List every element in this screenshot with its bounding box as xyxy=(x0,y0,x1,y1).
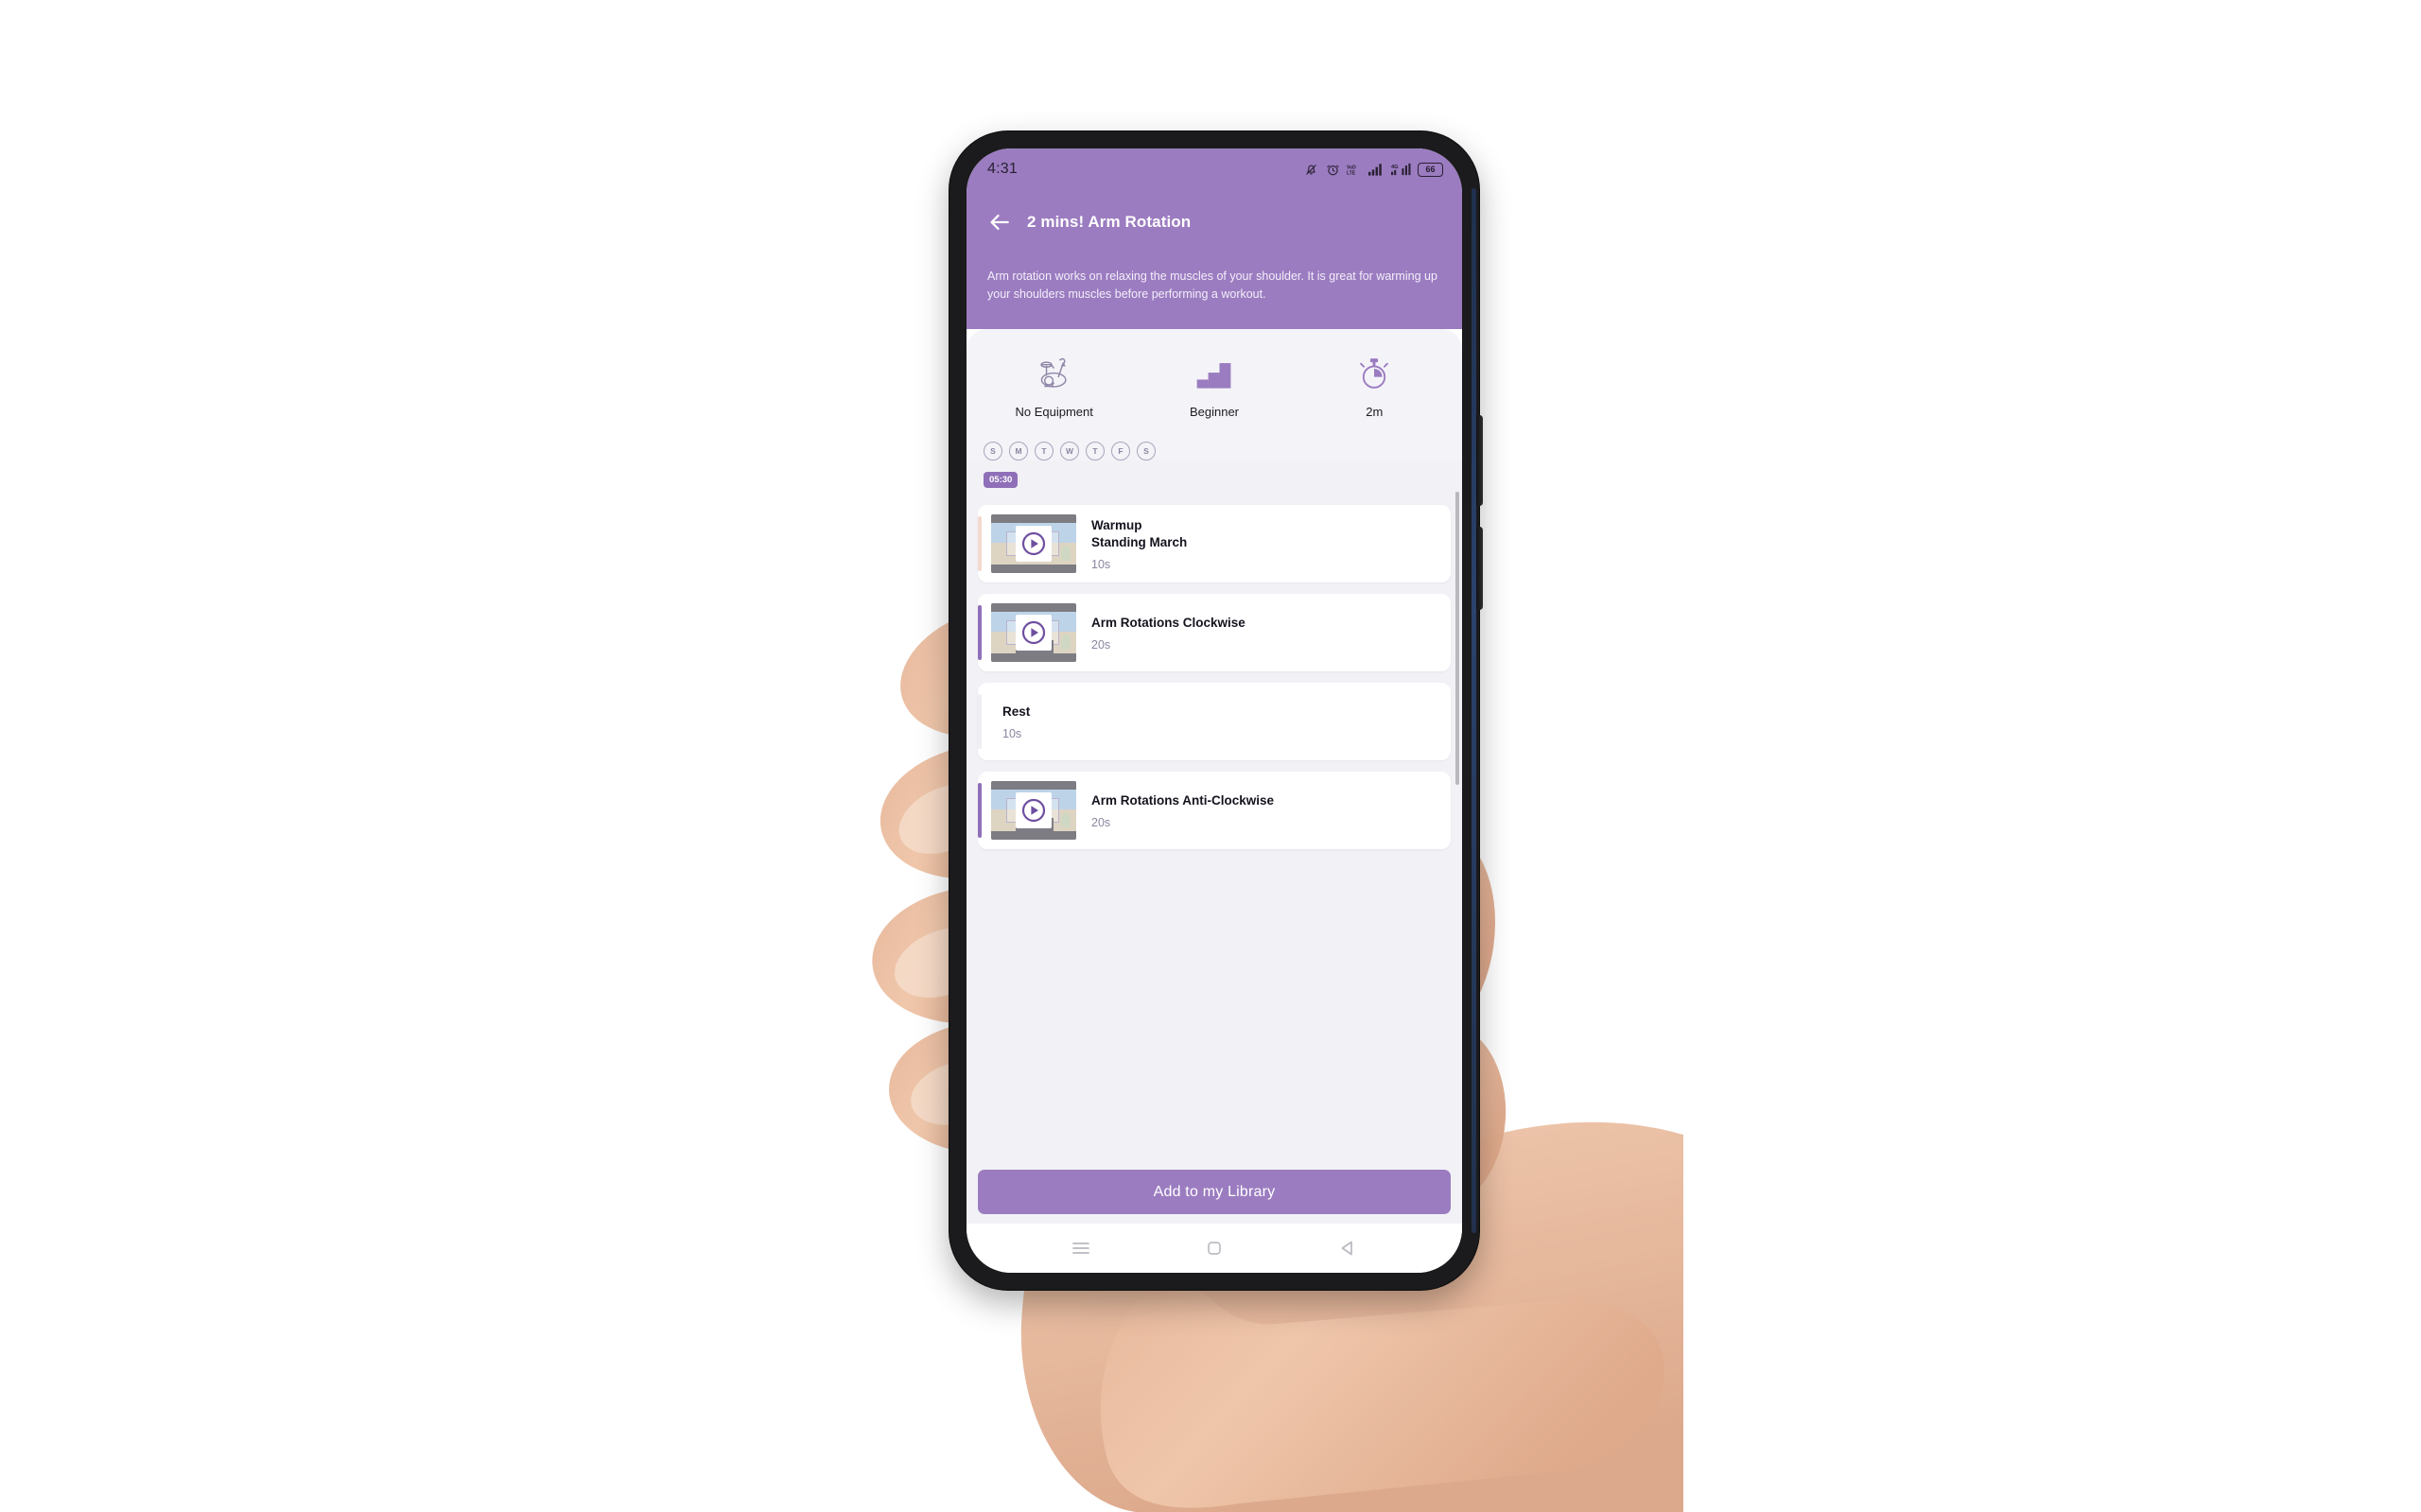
page-title: 2 mins! Arm Rotation xyxy=(1027,213,1192,231)
workout-description: Arm rotation works on relaxing the muscl… xyxy=(967,243,1462,329)
signal-4g-icon: 4G xyxy=(1391,163,1411,176)
card-title: Arm Rotations Anti-Clockwise xyxy=(1091,792,1275,808)
signal-bars-icon xyxy=(1368,164,1382,176)
card-accent-bar xyxy=(978,515,982,571)
day-sat[interactable]: S xyxy=(1137,441,1156,461)
phone-device: 4:31 VoD LTE 4G 66 2 mins! Arm Rotation … xyxy=(949,131,1483,1290)
meta-equipment: No Equipment xyxy=(974,350,1134,419)
card-body: Rest 10s xyxy=(982,683,1451,760)
card-title: Arm Rotations Clockwise xyxy=(1091,615,1245,630)
status-bar: 4:31 VoD LTE 4G 66 xyxy=(967,148,1462,190)
reminder-time-chip[interactable]: 05:30 xyxy=(984,471,1019,488)
day-thu[interactable]: T xyxy=(1086,441,1105,461)
day-mon[interactable]: M xyxy=(1009,441,1028,461)
day-sun[interactable]: S xyxy=(984,441,1002,461)
svg-text:LTE: LTE xyxy=(1347,170,1356,176)
meta-level-label: Beginner xyxy=(1189,404,1240,419)
play-icon[interactable] xyxy=(1016,614,1052,651)
volte-icon: VoD LTE xyxy=(1347,165,1356,176)
menu-icon[interactable] xyxy=(1070,1237,1092,1260)
stairs-level-icon xyxy=(1193,350,1235,391)
power-button[interactable] xyxy=(1476,527,1483,610)
play-icon[interactable] xyxy=(1016,791,1052,828)
alarm-clock-icon xyxy=(1327,165,1339,175)
workout-meta-row: No Equipment Beginner 2m xyxy=(967,328,1462,425)
phone-screen: 4:31 VoD LTE 4G 66 2 mins! Arm Rotation … xyxy=(967,148,1462,1273)
card-accent-bar xyxy=(978,782,982,838)
list-item[interactable]: Rest 10s xyxy=(978,682,1451,760)
stopwatch-icon xyxy=(1355,350,1393,391)
card-duration: 20s xyxy=(1091,637,1111,652)
cta-container: Add to my Library xyxy=(967,1164,1462,1224)
card-label: Warmup xyxy=(1091,517,1142,532)
battery-icon: 66 xyxy=(1418,162,1443,177)
add-to-library-button[interactable]: Add to my Library xyxy=(978,1170,1451,1214)
status-icons: VoD LTE 4G 66 xyxy=(1303,162,1443,177)
content-sheet: No Equipment Beginner 2m S M T W T F S 0… xyxy=(967,328,1462,1224)
meta-level: Beginner xyxy=(1134,350,1294,419)
screenshot-canvas: 4:31 VoD LTE 4G 66 2 mins! Arm Rotation … xyxy=(0,0,2421,1512)
exercise-bike-icon xyxy=(1034,350,1075,391)
day-fri[interactable]: F xyxy=(1111,441,1130,461)
meta-equipment-label: No Equipment xyxy=(1015,404,1093,419)
video-thumbnail[interactable] xyxy=(991,780,1076,840)
svg-text:4G: 4G xyxy=(1391,165,1399,170)
card-duration: 10s xyxy=(1002,726,1022,740)
exercise-list[interactable]: Warmup Standing March 10s Arm Rotations … xyxy=(967,488,1462,1164)
status-time: 4:31 xyxy=(987,161,1018,177)
meta-duration-label: 2m xyxy=(1366,404,1384,419)
app-header: 2 mins! Arm Rotation Arm rotation works … xyxy=(967,190,1462,329)
meta-duration: 2m xyxy=(1295,350,1454,419)
card-title: Rest xyxy=(1002,704,1031,719)
card-title: Standing March xyxy=(1091,534,1188,549)
card-duration: 10s xyxy=(1091,557,1111,571)
home-square-icon[interactable] xyxy=(1204,1238,1225,1259)
android-nav-bar xyxy=(967,1224,1462,1273)
list-item[interactable]: Arm Rotations Clockwise 20s xyxy=(978,593,1451,671)
card-body: Arm Rotations Anti-Clockwise 20s xyxy=(1076,772,1451,849)
scrollbar-thumb[interactable] xyxy=(1455,491,1459,785)
video-thumbnail[interactable] xyxy=(991,513,1076,573)
day-wed[interactable]: W xyxy=(1060,441,1079,461)
svg-text:VoD: VoD xyxy=(1347,165,1356,170)
bell-silent-icon xyxy=(1306,164,1316,175)
list-item[interactable]: Warmup Standing March 10s xyxy=(978,504,1451,582)
play-icon[interactable] xyxy=(1016,525,1052,562)
back-arrow-icon[interactable] xyxy=(987,210,1012,235)
back-triangle-icon[interactable] xyxy=(1336,1237,1359,1260)
card-body: Arm Rotations Clockwise 20s xyxy=(1076,594,1451,671)
card-duration: 20s xyxy=(1091,815,1111,829)
card-body: Warmup Standing March 10s xyxy=(1076,505,1451,582)
weekday-selector[interactable]: S M T W T F S xyxy=(967,424,1462,461)
card-accent-bar xyxy=(978,604,982,660)
volume-button[interactable] xyxy=(1476,415,1483,506)
list-item[interactable]: Arm Rotations Anti-Clockwise 20s xyxy=(978,771,1451,849)
video-thumbnail[interactable] xyxy=(991,602,1076,662)
day-tue[interactable]: T xyxy=(1035,441,1054,461)
